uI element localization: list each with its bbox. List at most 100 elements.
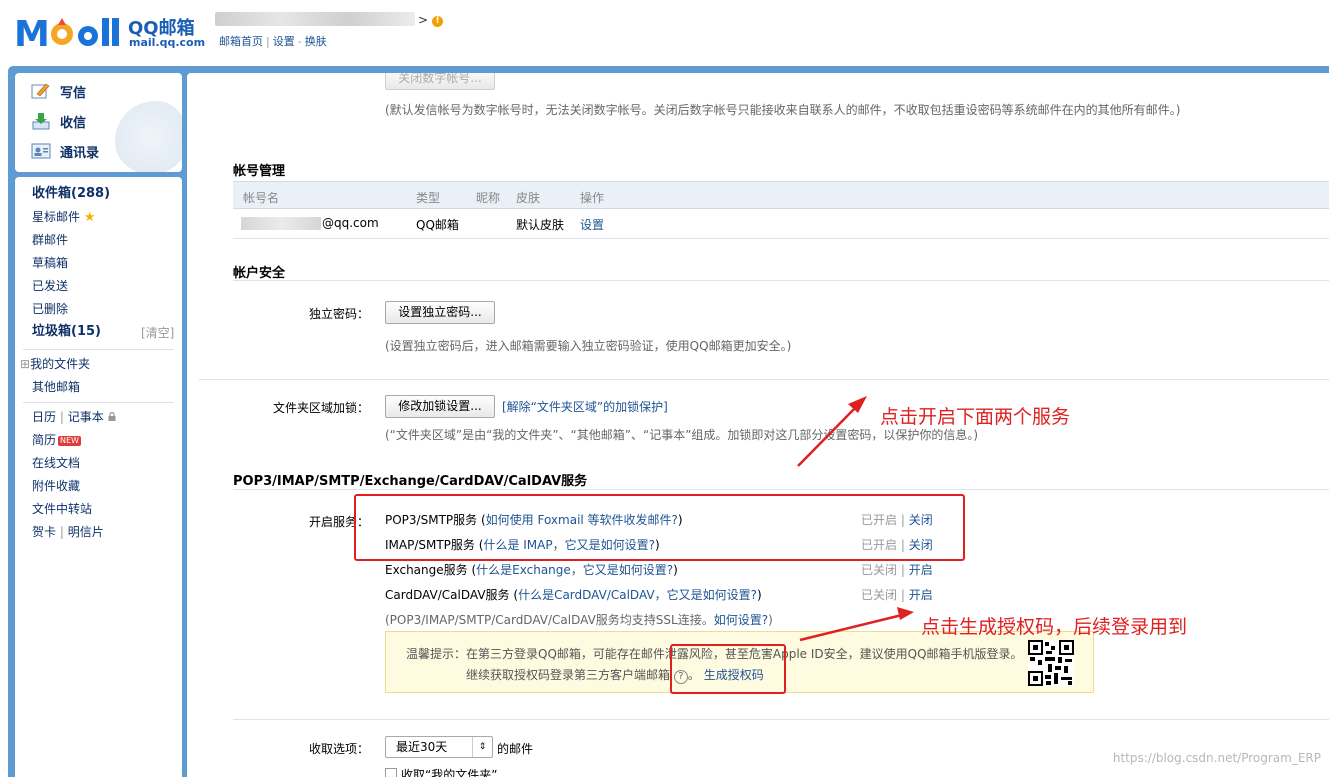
- home-link[interactable]: 邮箱首页: [219, 35, 263, 48]
- qr-code-icon[interactable]: [1028, 640, 1074, 686]
- paren: ): [756, 588, 762, 602]
- divider: [233, 238, 1329, 239]
- sidebar-item-drafts[interactable]: 草稿箱: [32, 255, 68, 271]
- account-name-redacted: [241, 217, 321, 230]
- lock-icon: [108, 410, 116, 424]
- sidebar-item-sent[interactable]: 已发送: [32, 278, 68, 294]
- ssl-note-text: (POP3/IMAP/SMTP/CardDAV/CalDAV服务均支持SSL连接…: [385, 613, 714, 627]
- resume-label: 简历: [32, 433, 57, 447]
- divider: |: [900, 588, 905, 602]
- settings-link[interactable]: 设置: [273, 35, 295, 48]
- watermark: https://blog.csdn.net/Program_ERP: [1112, 751, 1321, 765]
- new-badge: NEW: [58, 435, 81, 446]
- modify-lock-button[interactable]: 修改加锁设置...: [385, 395, 495, 418]
- divider: -: [297, 35, 302, 48]
- user-menu-arrow[interactable]: >: [418, 13, 428, 27]
- account-security-title: 帐户安全: [233, 266, 286, 281]
- mail-logo[interactable]: M: [14, 12, 124, 52]
- sidebar-item-other-mailbox[interactable]: 其他邮箱: [32, 379, 80, 395]
- service-status-exchange: 已关闭 | 开启: [861, 561, 933, 578]
- sidebar-item-deleted[interactable]: 已删除: [32, 301, 68, 317]
- highlight-box-services: [354, 494, 965, 561]
- service-help-link[interactable]: 什么是Exchange，它又是如何设置?: [476, 563, 673, 577]
- contacts-icon: [31, 142, 51, 160]
- compose-label: 写信: [60, 85, 87, 101]
- calendar-link[interactable]: 日历: [32, 410, 56, 424]
- annotation-enable-services: 点击开启下面两个服务: [880, 406, 1071, 428]
- service-help-link[interactable]: 什么是CardDAV/CalDAV，它又是如何设置?: [518, 588, 757, 602]
- select-value: 最近30天: [396, 740, 448, 754]
- sidebar-item-group[interactable]: 群邮件: [32, 232, 68, 248]
- divider: |: [59, 410, 64, 424]
- divider: [23, 349, 174, 350]
- service-status-carddav: 已关闭 | 开启: [861, 586, 933, 603]
- status-text: 已关闭: [861, 563, 898, 577]
- sidebar-item-inbox[interactable]: 收件箱(288): [32, 186, 110, 202]
- receive-button[interactable]: 收信: [31, 109, 86, 133]
- starred-label: 星标邮件: [32, 210, 81, 224]
- ssl-howto-link[interactable]: 如何设置?: [714, 613, 768, 627]
- skin-link[interactable]: 换肤: [305, 35, 327, 48]
- standalone-password-label: 独立密码：: [309, 307, 370, 321]
- divider: [233, 489, 1329, 490]
- digit-account-hint: (默认发信帐号为数字帐号时，无法关闭数字帐号。关闭后数字帐号只能接收来自联系人的…: [385, 103, 1181, 117]
- sidebar-item-online-docs[interactable]: 在线文档: [32, 455, 80, 471]
- column-header: 类型: [416, 191, 441, 205]
- service-name: CardDAV/CalDAV服务: [385, 588, 510, 602]
- toggle-exchange-link[interactable]: 开启: [909, 563, 933, 577]
- user-name-redacted: [215, 12, 415, 26]
- divider: [23, 402, 174, 403]
- set-password-button[interactable]: 设置独立密码...: [385, 301, 495, 324]
- service-row-exchange: Exchange服务 (什么是Exchange，它又是如何设置?): [385, 561, 678, 578]
- receive-range-select[interactable]: 最近30天 ⇕: [385, 736, 493, 758]
- divider: [233, 280, 1329, 281]
- my-folders-label: 我的文件夹: [30, 357, 91, 371]
- remove-lock-link[interactable]: [解除“文件夹区域”的加锁保护]: [502, 398, 668, 415]
- account-suffix: @qq.com: [322, 216, 379, 230]
- column-header: 操作: [580, 191, 605, 205]
- compose-button[interactable]: 写信: [31, 79, 86, 103]
- clear-spam-link[interactable]: [清空]: [141, 325, 174, 341]
- expand-toggle-icon[interactable]: ⊞: [20, 357, 30, 371]
- contacts-button[interactable]: 通讯录: [31, 139, 99, 163]
- receive-folders-checkbox[interactable]: [385, 768, 397, 777]
- divider: [199, 379, 1329, 380]
- sidebar-item-file-transfer[interactable]: 文件中转站: [32, 501, 92, 517]
- divider: |: [266, 35, 270, 48]
- cards-link[interactable]: 贺卡: [32, 525, 56, 539]
- highlight-box-auth-code: [670, 644, 786, 694]
- close-digit-account-button[interactable]: 关闭数字帐号...: [385, 73, 495, 90]
- column-header: 昵称: [476, 191, 501, 205]
- sidebar-item-my-folders[interactable]: ⊞我的文件夹: [20, 356, 90, 372]
- sidebar-item-starred[interactable]: 星标邮件 ★: [32, 209, 96, 226]
- account-skin: 默认皮肤: [516, 218, 565, 232]
- contacts-label: 通讯录: [60, 145, 100, 161]
- sidebar-item-calendar-notes: 日历 | 记事本: [32, 409, 116, 425]
- qq-penguin-watermark: [115, 101, 182, 172]
- paren: ): [673, 563, 678, 577]
- brand-domain: mail.qq.com: [129, 36, 206, 49]
- sidebar-actions: 写信 收信 通讯录: [15, 73, 182, 172]
- password-hint: (设置独立密码后，进入邮箱需要输入独立密码验证，使用QQ邮箱更加安全。): [385, 339, 792, 353]
- services-title: POP3/IMAP/SMTP/Exchange/CardDAV/CalDAV服务: [233, 474, 588, 489]
- sidebar-item-spam[interactable]: 垃圾箱(15): [32, 324, 101, 340]
- receive-label: 收信: [60, 115, 87, 131]
- sidebar-item-attachments[interactable]: 附件收藏: [32, 478, 80, 494]
- header: M QQ邮箱 mail.qq.com > ! 邮箱首页 | 设置 - 换肤: [0, 0, 1329, 66]
- warning-icon[interactable]: !: [432, 16, 443, 27]
- divider: [233, 719, 1329, 720]
- notes-link[interactable]: 记事本: [68, 410, 104, 424]
- sidebar-item-cards: 贺卡 | 明信片: [32, 524, 104, 540]
- column-header: 皮肤: [516, 191, 541, 205]
- sidebar-item-resume[interactable]: 简历 NEW: [32, 432, 81, 448]
- postcards-link[interactable]: 明信片: [68, 525, 104, 539]
- compose-icon: [31, 82, 51, 100]
- service-row-carddav: CardDAV/CalDAV服务 (什么是CardDAV/CalDAV，它又是如…: [385, 586, 762, 603]
- star-icon: ★: [83, 210, 96, 225]
- receive-suffix: 的邮件: [497, 742, 534, 756]
- toggle-carddav-link[interactable]: 开启: [909, 588, 933, 602]
- receive-folders-label: 收取“我的文件夹”: [401, 768, 498, 777]
- account-settings-link[interactable]: 设置: [580, 216, 604, 233]
- divider: |: [900, 563, 905, 577]
- ssl-note: (POP3/IMAP/SMTP/CardDAV/CalDAV服务均支持SSL连接…: [385, 611, 773, 628]
